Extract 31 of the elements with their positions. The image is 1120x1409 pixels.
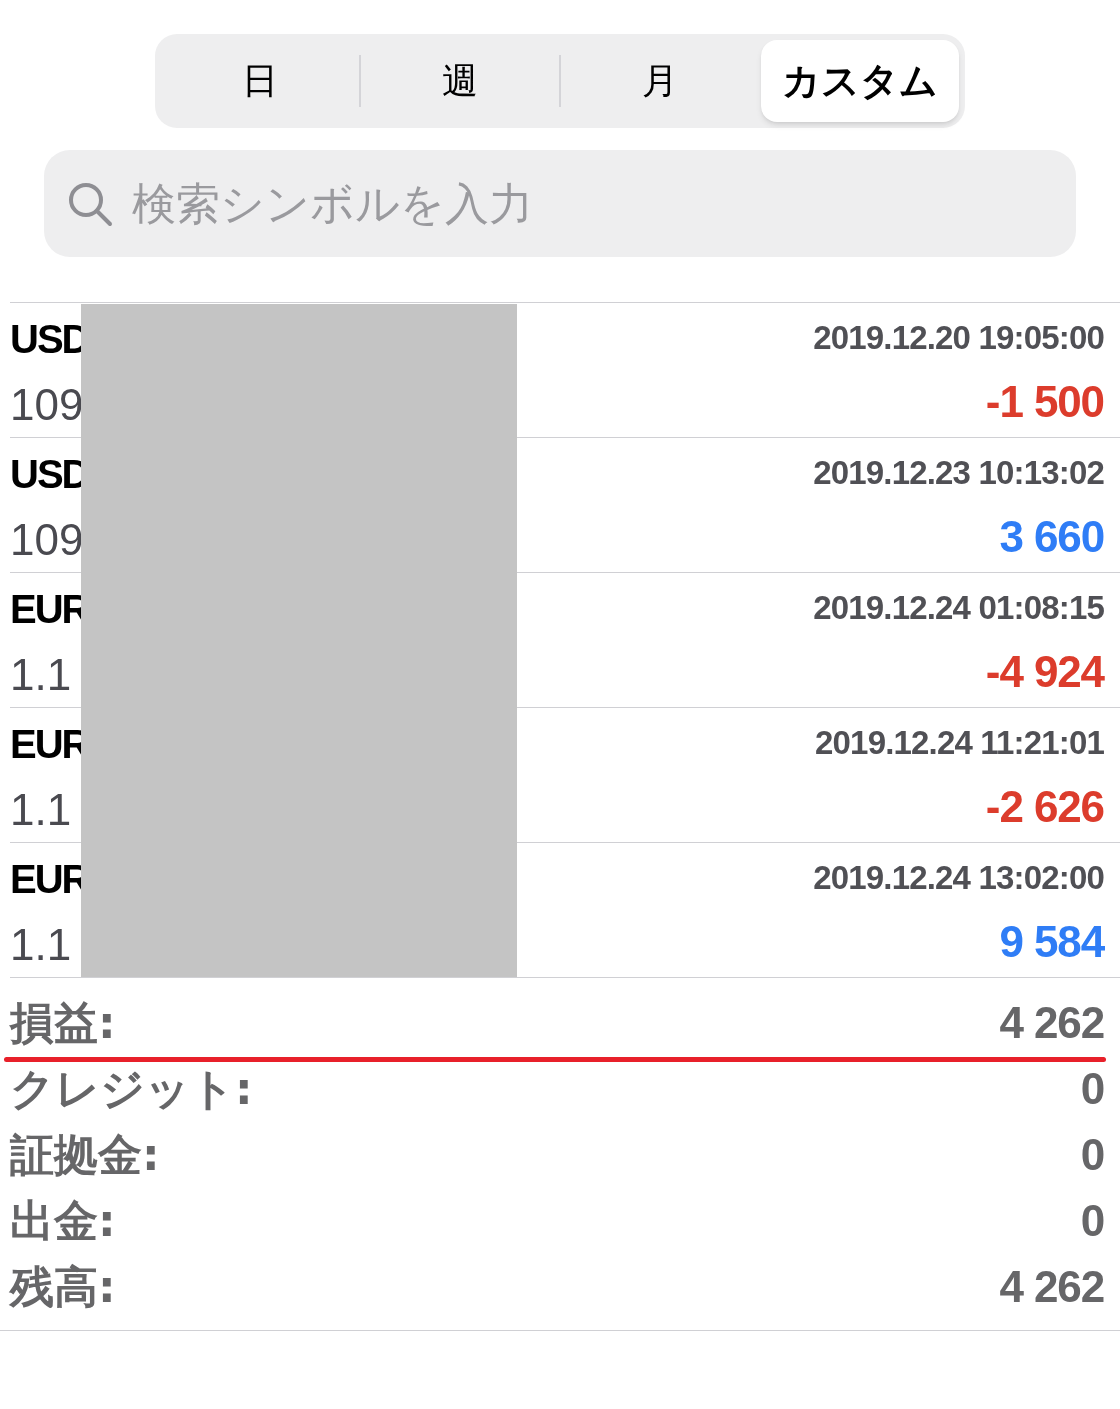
summary-label: クレジット: <box>10 1062 253 1116</box>
period-tab[interactable]: カスタム <box>761 40 959 122</box>
deal-time: 2019.12.24 01:08:15 <box>813 591 1104 624</box>
deal-time: 2019.12.24 11:21:01 <box>815 726 1104 759</box>
price-label: 109 <box>10 383 85 427</box>
profit-value: -2 626 <box>985 785 1104 829</box>
price-label: 1.1 <box>10 653 73 697</box>
profit-value: 3 660 <box>999 515 1104 559</box>
deal-time: 2019.12.24 13:02:00 <box>813 861 1104 894</box>
summary-value: 0 <box>1080 1129 1104 1181</box>
search-icon <box>66 180 114 228</box>
summary-value: 4 262 <box>999 1261 1104 1313</box>
price-label: 1.1 <box>10 923 73 967</box>
profit-value: -1 500 <box>985 380 1104 424</box>
summary-label: 残高: <box>10 1260 116 1314</box>
price-label: 109 <box>10 518 85 562</box>
period-tab[interactable]: 週 <box>361 40 559 122</box>
summary-value: 4 262 <box>999 997 1104 1049</box>
summary-value: 0 <box>1080 1063 1104 1115</box>
deal-time: 2019.12.20 19:05:00 <box>813 321 1104 354</box>
period-tab[interactable]: 日 <box>161 40 359 122</box>
profit-value: -4 924 <box>985 650 1104 694</box>
deal-time: 2019.12.23 10:13:02 <box>813 456 1104 489</box>
search-field[interactable]: 検索シンボルを入力 <box>44 150 1076 257</box>
price-label: 1.1 <box>10 788 73 832</box>
profit-value: 9 584 <box>999 920 1104 964</box>
summary-label: 損益: <box>10 996 116 1050</box>
summary-value: 0 <box>1080 1195 1104 1247</box>
summary-label: 出金: <box>10 1194 116 1248</box>
summary-label: 証拠金: <box>10 1128 160 1182</box>
period-tab[interactable]: 月 <box>561 40 759 122</box>
